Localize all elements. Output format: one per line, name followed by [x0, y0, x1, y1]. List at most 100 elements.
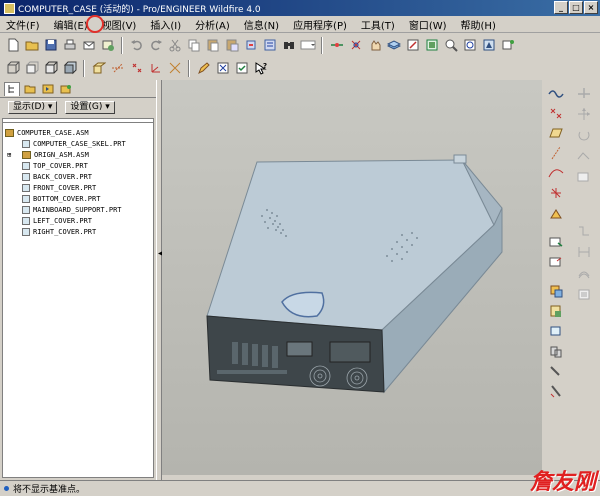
print-icon[interactable] — [61, 37, 78, 54]
menu-analysis[interactable]: 分析(A) — [195, 17, 230, 32]
show-menu-button[interactable]: 显示(D) ▾ — [8, 100, 58, 114]
part-icon — [22, 216, 30, 225]
mirror-icon[interactable] — [547, 383, 565, 400]
selection-filter-icon[interactable] — [299, 37, 316, 54]
menu-view[interactable]: 视图(V) — [102, 17, 137, 32]
datum-plane-icon[interactable] — [547, 124, 565, 141]
thicken-icon[interactable] — [575, 264, 593, 282]
regenerate-icon[interactable] — [242, 37, 259, 54]
favorites-tab-icon[interactable] — [40, 82, 56, 96]
paste-icon[interactable] — [204, 37, 221, 54]
undo-icon[interactable] — [128, 37, 145, 54]
paste-special-icon[interactable] — [223, 37, 240, 54]
model-tree-tab-icon[interactable] — [4, 81, 20, 96]
feature-toolbar — [542, 80, 600, 480]
analysis-feature-icon[interactable] — [547, 205, 565, 222]
tree-item-label: RIGHT_COVER.PRT — [33, 227, 97, 236]
sketch-curve-icon[interactable] — [547, 84, 565, 101]
expand-toggle[interactable]: ⊞ — [7, 151, 22, 159]
copy-icon[interactable] — [185, 37, 202, 54]
tree-item[interactable]: LEFT_COVER.PRT — [5, 215, 151, 226]
datum-planes-icon[interactable] — [90, 60, 107, 77]
layers-icon[interactable] — [385, 37, 402, 54]
view-manager-icon[interactable] — [499, 37, 516, 54]
cut-icon[interactable] — [166, 37, 183, 54]
zoom-in-icon[interactable] — [442, 37, 459, 54]
menu-insert[interactable]: 插入(I) — [150, 17, 181, 32]
checkbox-toggle-icon[interactable] — [214, 60, 231, 77]
merge-icon[interactable] — [547, 343, 565, 360]
refit-icon[interactable] — [423, 37, 440, 54]
tree-item[interactable]: FRONT_COVER.PRT — [5, 182, 151, 193]
tree-root[interactable]: COMPUTER_CASE.ASM — [5, 127, 151, 138]
tree-item[interactable]: BACK_COVER.PRT — [5, 171, 151, 182]
tree-item[interactable]: BOTTOM_COVER.PRT — [5, 193, 151, 204]
datum-point-icon[interactable] — [547, 104, 565, 121]
menu-info[interactable]: 信息(N) — [244, 17, 279, 32]
hidden-line-icon[interactable] — [23, 60, 40, 77]
wireframe-icon[interactable] — [4, 60, 21, 77]
maximize-button[interactable]: □ — [569, 1, 583, 14]
pattern-icon[interactable] — [547, 363, 565, 380]
skeleton-model-icon[interactable] — [547, 303, 565, 320]
context-help-icon[interactable]: ? — [252, 60, 269, 77]
menu-file[interactable]: 文件(F) — [6, 17, 40, 32]
graphics-viewport[interactable] — [162, 80, 542, 475]
tree-item[interactable]: COMPUTER_CASE_SKEL.PRT — [5, 138, 151, 149]
menu-help[interactable]: 帮助(H) — [461, 17, 496, 32]
solidify-icon[interactable] — [575, 285, 593, 303]
tree-item[interactable]: ⊞ ORIGN_ASM.ASM — [5, 149, 151, 160]
send-link-icon[interactable] — [99, 37, 116, 54]
component-place-icon[interactable] — [547, 233, 565, 250]
history-tab-icon[interactable] — [58, 82, 74, 96]
menu-edit[interactable]: 编辑(E) — [54, 17, 88, 32]
project-icon[interactable] — [575, 243, 593, 261]
datum-csys-icon[interactable] — [547, 185, 565, 202]
rotate-icon[interactable] — [575, 126, 593, 144]
menu-tools[interactable]: 工具(T) — [361, 17, 395, 32]
redo-icon[interactable] — [147, 37, 164, 54]
named-views-icon[interactable] — [480, 37, 497, 54]
new-file-icon[interactable] — [4, 37, 21, 54]
assembly-feature-icon[interactable] — [547, 282, 565, 299]
cut-out-icon[interactable] — [547, 323, 565, 340]
zoom-out-icon[interactable] — [461, 37, 478, 54]
tree-item-label: COMPUTER_CASE_SKEL.PRT — [33, 139, 126, 148]
menu-applications[interactable]: 应用程序(P) — [293, 17, 347, 32]
coordinate-systems-icon[interactable] — [147, 60, 164, 77]
datum-curve-icon[interactable] — [547, 164, 565, 181]
offset-icon[interactable] — [575, 147, 593, 165]
datum-display-icon[interactable] — [328, 37, 345, 54]
minimize-button[interactable]: _ — [554, 1, 568, 14]
datum-axes-icon[interactable] — [109, 60, 126, 77]
component-create-icon[interactable] — [547, 254, 565, 271]
datum-axis-icon[interactable] — [547, 144, 565, 161]
model-tree-toggle-icon[interactable] — [233, 60, 250, 77]
repaint-icon[interactable] — [404, 37, 421, 54]
find-icon[interactable] — [280, 37, 297, 54]
tree-item[interactable]: MAINBOARD_SUPPORT.PRT — [5, 204, 151, 215]
annotations-icon[interactable] — [166, 60, 183, 77]
regenerate-manager-icon[interactable] — [261, 37, 278, 54]
part-icon — [22, 172, 30, 181]
menu-window[interactable]: 窗口(W) — [409, 17, 447, 32]
shading-icon[interactable] — [61, 60, 78, 77]
annotation-edit-icon[interactable] — [195, 60, 212, 77]
datum-points-icon[interactable] — [128, 60, 145, 77]
tree-item[interactable]: RIGHT_COVER.PRT — [5, 226, 151, 237]
open-folder-icon[interactable] — [23, 37, 40, 54]
save-icon[interactable] — [42, 37, 59, 54]
settings-menu-button[interactable]: 设置(G) ▾ — [65, 100, 115, 114]
close-button[interactable]: × — [584, 1, 598, 14]
tree-item[interactable]: TOP_COVER.PRT — [5, 160, 151, 171]
move-icon[interactable] — [575, 105, 593, 123]
no-hidden-icon[interactable] — [42, 60, 59, 77]
spin-center-icon[interactable] — [347, 37, 364, 54]
orient-mode-icon[interactable] — [366, 37, 383, 54]
extend-icon[interactable] — [575, 168, 593, 186]
insert-icon[interactable] — [575, 84, 593, 102]
display-toolbar: ? — [0, 57, 300, 79]
send-mail-icon[interactable] — [80, 37, 97, 54]
folder-browser-tab-icon[interactable] — [22, 82, 38, 96]
trim-icon[interactable] — [575, 222, 593, 240]
